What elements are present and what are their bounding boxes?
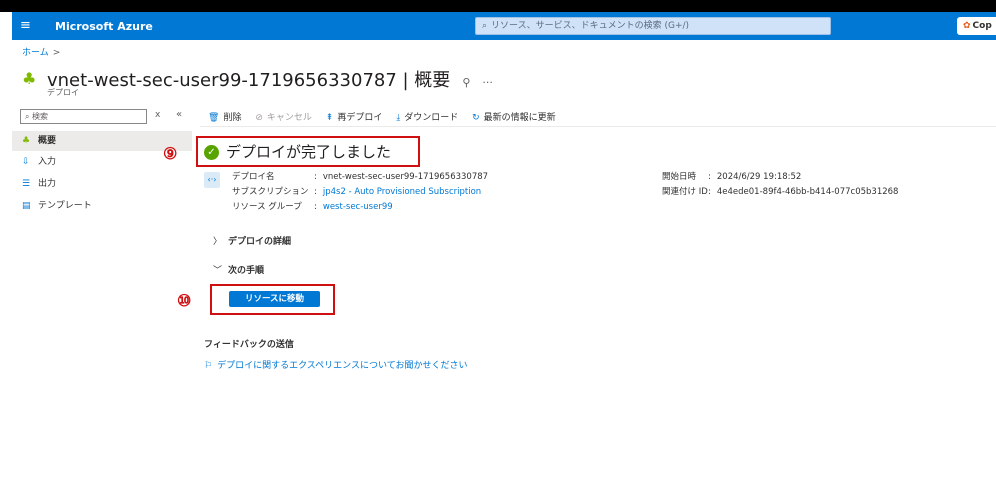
- redeploy-label: 再デプロイ: [337, 113, 383, 123]
- template-icon: ▤: [22, 201, 31, 211]
- subscription-row: サブスクリプション: jp4s2 - Auto Provisioned Subsc…: [232, 185, 481, 197]
- deployment-icon: ‹·›: [204, 172, 220, 188]
- cancel-label: キャンセル: [266, 113, 312, 123]
- sidebar-search-placeholder: 検索: [32, 112, 49, 121]
- chevron-right-icon: 〉: [213, 237, 223, 247]
- feedback-link[interactable]: ⚐ デプロイに関するエクスペリエンスについてお聞かせください: [204, 358, 467, 371]
- deployment-details-title: デプロイの詳細: [228, 237, 292, 247]
- deployment-name-value: vnet-west-sec-user99-1719656330787: [322, 172, 489, 182]
- annotation-step-10: ⑩: [177, 291, 192, 310]
- sidebar-item-label: テンプレート: [38, 201, 92, 211]
- azure-top-bar: ≡ Microsoft Azure ⌕ リソース、サービス、ドキュメントの検索 (…: [12, 12, 996, 40]
- download-button[interactable]: ⤓ ダウンロード: [396, 110, 458, 123]
- kv-colon: :: [314, 172, 317, 182]
- next-steps-toggle[interactable]: ﹀ 次の手順: [213, 263, 264, 276]
- feedback-link-text: デプロイに関するエクスペリエンスについてお聞かせください: [217, 361, 468, 371]
- input-icon: ⇩: [22, 157, 30, 167]
- breadcrumb: ホーム >: [22, 45, 60, 58]
- more-options-icon[interactable]: ···: [482, 76, 493, 89]
- search-icon: ⌕: [482, 21, 488, 31]
- deployment-name-row: デプロイ名: vnet-west-sec-user99-1719656330787: [232, 170, 488, 182]
- global-search-placeholder: リソース、サービス、ドキュメントの検索 (G+/): [491, 21, 690, 31]
- page-title-text: vnet-west-sec-user99-1719656330787 | 概要: [47, 70, 451, 91]
- sidebar-item-label: 入力: [38, 157, 57, 167]
- sidebar-search-input[interactable]: ⌕ 検索: [20, 109, 147, 124]
- brand-label[interactable]: Microsoft Azure: [55, 20, 153, 33]
- hamburger-icon[interactable]: ≡: [20, 19, 31, 33]
- deployment-resource-icon: ♣: [22, 69, 37, 88]
- global-search-input[interactable]: ⌕ リソース、サービス、ドキュメントの検索 (G+/): [475, 17, 831, 35]
- start-time-value: 2024/6/29 19:18:52: [716, 172, 802, 182]
- collapse-sidebar-icon[interactable]: «: [176, 109, 182, 120]
- next-steps-title: 次の手順: [228, 266, 265, 276]
- pin-icon[interactable]: ⚲: [462, 76, 470, 89]
- copilot-icon: ✿: [963, 21, 971, 31]
- refresh-label: 最新の情報に更新: [483, 113, 556, 123]
- annotation-step-9: ⑨: [163, 144, 178, 163]
- search-icon: ⌕: [25, 112, 33, 121]
- correlation-id-value: 4e4ede01-89f4-46bb-b414-077c05b31268: [716, 187, 899, 197]
- overview-icon: ♣: [22, 136, 31, 146]
- subscription-label: サブスクリプション: [232, 187, 309, 197]
- breadcrumb-separator: >: [52, 48, 61, 58]
- sidebar-clear-icon[interactable]: x: [155, 110, 160, 120]
- sidebar-item-label: 出力: [38, 179, 57, 189]
- trash-icon: 🗑: [208, 113, 220, 123]
- feedback-title: フィードバックの送信: [204, 340, 294, 350]
- kv-colon: :: [314, 187, 317, 197]
- chevron-down-icon: ﹀: [213, 266, 223, 276]
- kv-colon: :: [708, 172, 711, 182]
- kv-colon: :: [708, 187, 711, 197]
- resource-group-row: リソース グループ: west-sec-user99: [232, 200, 393, 212]
- output-icon: ☰: [22, 179, 31, 189]
- cancel-button[interactable]: ⊘ キャンセル: [255, 110, 312, 123]
- refresh-button[interactable]: ↻ 最新の情報に更新: [472, 110, 556, 123]
- deployment-status: ✓ デプロイが完了しました: [204, 141, 391, 162]
- success-check-icon: ✓: [204, 145, 219, 160]
- delete-button[interactable]: 🗑 削除: [208, 110, 241, 123]
- toolbar-divider: [200, 126, 996, 127]
- deployment-status-message: デプロイが完了しました: [226, 143, 392, 161]
- resource-group-label: リソース グループ: [232, 202, 302, 212]
- sidebar-item-label: 概要: [38, 136, 57, 146]
- deployment-name-label: デプロイ名: [232, 172, 275, 182]
- redeploy-icon: ⇞: [325, 113, 334, 123]
- sidebar-item-output[interactable]: ☰ 出力: [12, 174, 192, 194]
- command-toolbar: 🗑 削除 ⊘ キャンセル ⇞ 再デプロイ ⤓ ダウンロード ↻ 最新の情報に更新: [208, 110, 567, 123]
- go-to-resource-button[interactable]: リソースに移動: [229, 291, 320, 307]
- copilot-label: Cop: [972, 21, 992, 31]
- feedback-icon: ⚐: [204, 361, 213, 371]
- start-time-row: 開始日時:2024/6/29 19:18:52: [662, 170, 801, 182]
- correlation-id-label: 関連付け ID: [662, 187, 708, 197]
- page-subtitle: デプロイ: [47, 88, 79, 97]
- deployment-details-toggle[interactable]: 〉デプロイの詳細: [213, 234, 291, 247]
- start-time-label: 開始日時: [662, 172, 697, 182]
- copilot-button[interactable]: ✿ Cop: [957, 17, 996, 35]
- window-top-strip: [0, 0, 996, 12]
- correlation-id-row: 関連付け ID: 4e4ede01-89f4-46bb-b414-077c05b3…: [662, 185, 898, 197]
- download-label: ダウンロード: [404, 113, 459, 123]
- redeploy-button[interactable]: ⇞ 再デプロイ: [326, 110, 383, 123]
- sidebar-item-template[interactable]: ▤ テンプレート: [12, 196, 192, 216]
- resource-group-link[interactable]: west-sec-user99: [323, 202, 393, 212]
- breadcrumb-home-link[interactable]: ホーム: [22, 48, 49, 58]
- refresh-icon: ↻: [472, 113, 480, 123]
- delete-label: 削除: [223, 113, 242, 123]
- download-icon: ⤓: [396, 113, 401, 123]
- page-title: vnet-west-sec-user99-1719656330787 | 概要 ⚲…: [47, 66, 493, 92]
- cancel-icon: ⊘: [255, 113, 263, 123]
- kv-colon: :: [314, 202, 317, 212]
- subscription-link[interactable]: jp4s2 - Auto Provisioned Subscription: [323, 187, 481, 197]
